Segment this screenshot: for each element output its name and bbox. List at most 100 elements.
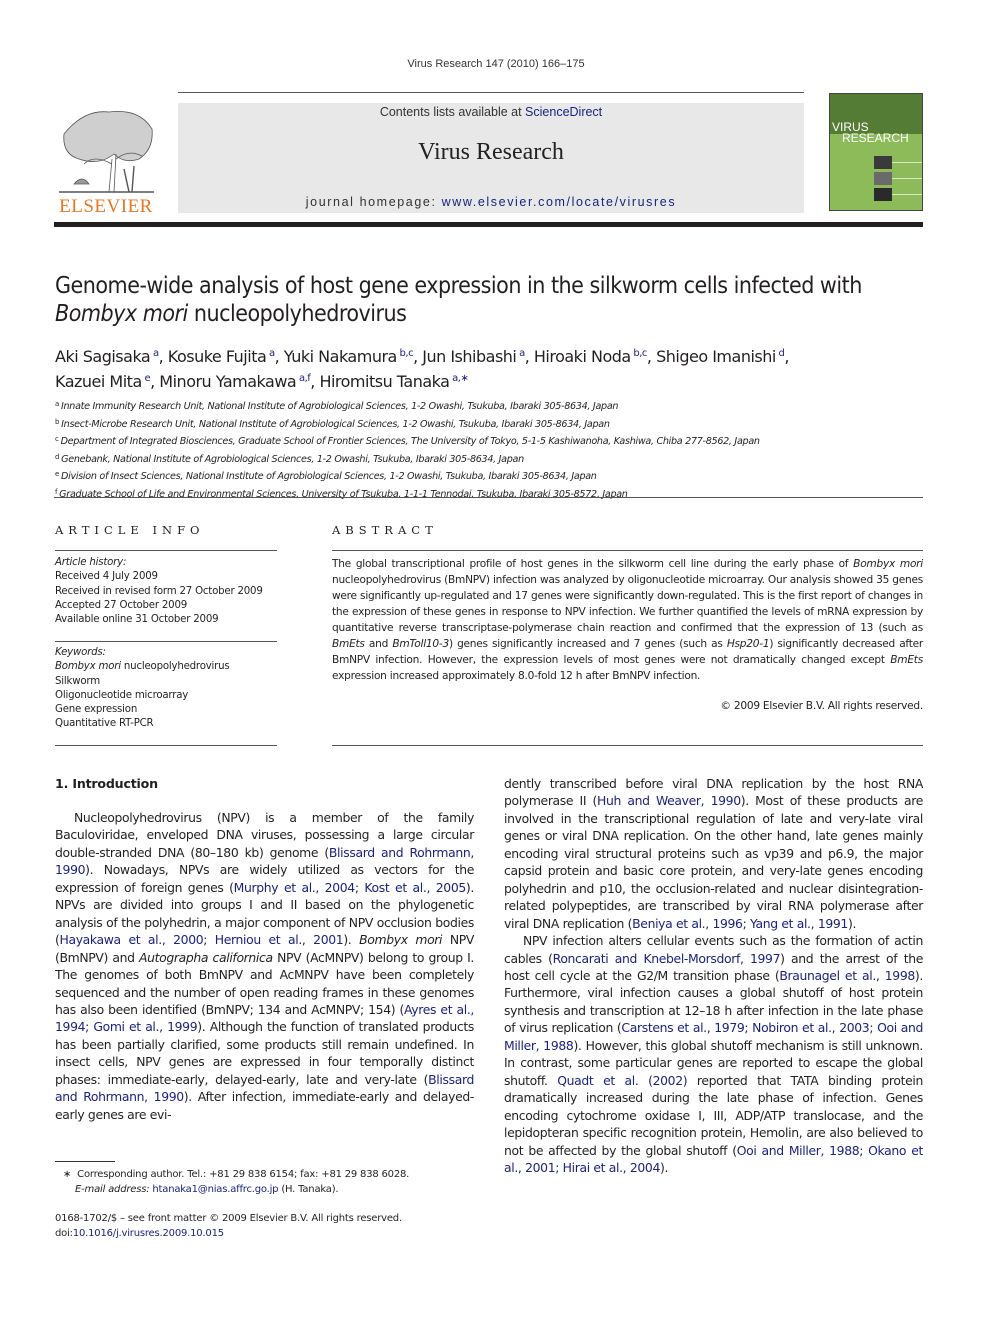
affiliation-item: e Division of Insect Sciences, National I… xyxy=(55,467,935,485)
affiliation-key: f xyxy=(55,487,58,496)
keyword-rest: nucleopolyhedrovirus xyxy=(120,661,230,673)
front-matter: 0168-1702/$ – see front matter © 2009 El… xyxy=(55,1212,475,1241)
italic-term: Bombyx mori xyxy=(359,932,443,948)
italic-term: BmEts xyxy=(890,654,923,666)
citation-link[interactable]: Huh and Weaver, 1990 xyxy=(597,793,741,808)
sciencedirect-link[interactable]: ScienceDirect xyxy=(525,105,602,119)
paragraph: Nucleopolyhedrovirus (NPV) is a member o… xyxy=(55,809,474,1123)
divider xyxy=(55,641,277,642)
italic-term: BmToll10-3 xyxy=(392,638,449,650)
cover-line xyxy=(892,162,922,163)
divider xyxy=(55,745,277,746)
author-name: Yuki Nakamura xyxy=(283,347,398,366)
history-item: Available online 31 October 2009 xyxy=(55,614,219,626)
abstract-heading: ABSTRACT xyxy=(332,523,438,537)
text-run: ). xyxy=(659,1159,669,1175)
corresponding-author-note: ∗ Corresponding author. Tel.: +81 29 838… xyxy=(55,1168,475,1183)
text-run: and xyxy=(364,638,393,650)
affiliation-text: Insect-Microbe Research Unit, National I… xyxy=(61,418,610,430)
affiliation-key: a xyxy=(55,400,59,408)
email-link[interactable]: htanaka1@nias.affrc.go.jp xyxy=(152,1184,278,1195)
article-info-heading: ARTICLE INFO xyxy=(55,523,205,537)
body-column-right: dently transcribed before viral DNA repl… xyxy=(504,775,923,1176)
affiliation-text: Division of Insect Sciences, National In… xyxy=(61,471,597,482)
email-suffix: (H. Tanaka). xyxy=(278,1183,339,1195)
keyword-item: Oligonucleotide microarray xyxy=(55,689,189,701)
footnotes: ∗ Corresponding author. Tel.: +81 29 838… xyxy=(55,1168,475,1197)
divider xyxy=(332,550,923,551)
affiliation-marker[interactable]: e xyxy=(144,373,150,384)
history-label: Article history: xyxy=(55,557,127,568)
cover-line xyxy=(892,178,922,179)
keyword-item: Gene expression xyxy=(55,704,138,716)
abstract-copyright: © 2009 Elsevier B.V. All rights reserved… xyxy=(720,700,923,712)
paragraph: NPV infection alters cellular events suc… xyxy=(504,932,923,1176)
affiliation-item: c Department of Integrated Biosciences, G… xyxy=(55,432,935,450)
title-text: Genome-wide analysis of host gene expres… xyxy=(55,273,862,299)
citation-link[interactable]: Roncarati and Knebel-Morsdorf, 1997 xyxy=(553,951,781,966)
keyword-item: Quantitative RT-PCR xyxy=(55,718,154,730)
asterisk-marker: ∗ xyxy=(63,1169,72,1180)
history-item: Received 4 July 2009 xyxy=(55,571,158,583)
author-name: Shigeo Imanishi xyxy=(656,347,776,366)
affiliation-key: d xyxy=(55,452,60,461)
journal-cover-thumbnail[interactable]: VIRUS RESEARCH xyxy=(829,93,923,211)
contents-line: Contents lists available at ScienceDirec… xyxy=(178,105,804,119)
keywords: Keywords: Bombyx mori nucleopolyhedrovir… xyxy=(55,646,277,732)
cover-title-line2: RESEARCH xyxy=(842,131,909,145)
affiliation-list: a Innate Immunity Research Unit, National… xyxy=(55,397,935,502)
contents-prefix: Contents lists available at xyxy=(379,105,526,119)
elsevier-wordmark: ELSEVIER xyxy=(59,196,153,217)
elsevier-tree-icon xyxy=(59,110,154,193)
affiliation-marker[interactable]: a xyxy=(519,348,525,359)
author-list: Aki Sagisaka a, Kosuke Fujita a, Yuki Na… xyxy=(55,347,789,391)
affiliation-marker[interactable]: b,c xyxy=(633,348,647,359)
title-text-end: nucleopolyhedrovirus xyxy=(187,301,407,327)
email-label: E-mail address: xyxy=(75,1183,150,1195)
affiliation-text: Genebank, National Institute of Agrobiol… xyxy=(61,453,524,465)
affiliation-key: c xyxy=(55,435,59,443)
text-run: nucleopolyhedrovirus (BmNPV) infection w… xyxy=(332,574,923,634)
affiliation-marker[interactable]: a xyxy=(269,348,275,359)
keyword-species: Bombyx mori xyxy=(55,661,121,673)
keyword-item: Silkworm xyxy=(55,675,100,687)
doi-prefix: doi: xyxy=(55,1227,73,1239)
affiliation-marker[interactable]: a,∗ xyxy=(452,373,469,384)
journal-homepage-link[interactable]: www.elsevier.com/locate/virusres xyxy=(442,195,677,209)
author-name: Kosuke Fujita xyxy=(167,347,267,366)
cover-image-2 xyxy=(874,172,892,185)
corresponding-text: Corresponding author. Tel.: +81 29 838 6… xyxy=(77,1169,410,1180)
divider xyxy=(332,745,923,746)
text-run: expression increased approximately 8.0-f… xyxy=(332,670,701,682)
header-rule xyxy=(178,92,804,93)
cover-image-3 xyxy=(874,188,892,201)
citation-link[interactable]: Hayakawa et al., 2000; Herniou et al., 2… xyxy=(59,932,343,947)
journal-masthead: Contents lists available at ScienceDirec… xyxy=(178,103,804,213)
author-name: Hiromitsu Tanaka xyxy=(319,372,450,391)
text-run: The global transcriptional profile of ho… xyxy=(332,558,854,570)
journal-homepage-line: journal homepage: www.elsevier.com/locat… xyxy=(178,195,804,209)
affiliation-item: b Insect-Microbe Research Unit, National … xyxy=(55,415,935,433)
italic-term: Bombyx mori xyxy=(853,558,923,570)
cover-image-1 xyxy=(874,156,892,169)
affiliation-marker[interactable]: d xyxy=(779,348,785,359)
divider xyxy=(55,550,277,551)
doi-line: doi:10.1016/j.virusres.2009.10.015 xyxy=(55,1227,475,1242)
history-item: Received in revised form 27 October 2009 xyxy=(55,585,263,597)
citation-link[interactable]: Murphy et al., 2004; Kost et al., 2005 xyxy=(234,880,467,895)
citation-link[interactable]: Beniya et al., 1996; Yang et al., 1991 xyxy=(632,916,848,931)
author-name: Jun Ishibashi xyxy=(422,347,517,366)
citation-link[interactable]: Quadt et al. (2002) xyxy=(557,1073,687,1088)
affiliation-marker[interactable]: b,c xyxy=(400,348,414,359)
cover-title: VIRUS RESEARCH xyxy=(832,121,909,145)
body-column-left: Nucleopolyhedrovirus (NPV) is a member o… xyxy=(55,809,474,1123)
affiliation-text: Department of Integrated Biosciences, Gr… xyxy=(60,436,760,447)
keyword-item: Bombyx mori nucleopolyhedrovirus xyxy=(55,660,277,674)
doi-link[interactable]: 10.1016/j.virusres.2009.10.015 xyxy=(73,1228,224,1239)
citation-link[interactable]: Braunagel et al., 1998 xyxy=(779,968,915,983)
affiliation-marker[interactable]: a,f xyxy=(299,373,311,384)
affiliation-marker[interactable]: a xyxy=(153,348,159,359)
affiliation-key: e xyxy=(55,470,60,478)
paragraph: dently transcribed before viral DNA repl… xyxy=(504,775,923,932)
affiliation-key: b xyxy=(55,417,60,426)
